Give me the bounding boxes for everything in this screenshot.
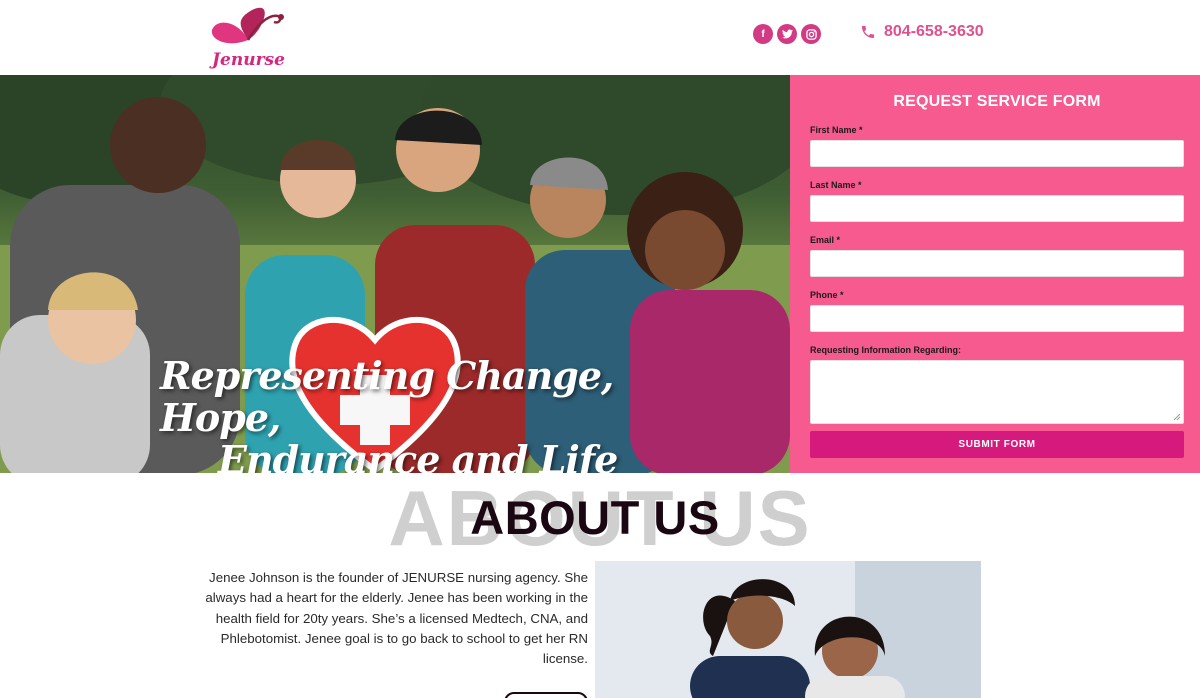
- request-info-textarea[interactable]: [810, 360, 1184, 424]
- twitter-icon[interactable]: [777, 24, 797, 44]
- email-input[interactable]: [810, 250, 1184, 277]
- tagline-line-2: Endurance and Life: [218, 437, 618, 474]
- about-paragraph: Jenee Johnson is the founder of JENURSE …: [205, 570, 588, 667]
- resize-handle-icon[interactable]: [1173, 413, 1181, 421]
- email-label: Email *: [810, 235, 841, 245]
- submit-form-button[interactable]: SUBMIT FORM: [810, 431, 1184, 458]
- tagline-line-1: Representing Change, Hope,: [160, 353, 614, 440]
- form-title: REQUEST SERVICE FORM: [893, 93, 1101, 110]
- last-name-input[interactable]: [810, 195, 1184, 222]
- facebook-icon[interactable]: f: [753, 24, 773, 44]
- phone-input[interactable]: [810, 305, 1184, 332]
- last-name-label: Last Name *: [810, 180, 862, 190]
- phone-number: 804-658-3630: [884, 23, 984, 40]
- social-links: f: [753, 24, 821, 44]
- instagram-icon[interactable]: [801, 24, 821, 44]
- request-service-form: REQUEST SERVICE FORM First Name * Last N…: [790, 75, 1200, 473]
- phone-label: Phone *: [810, 290, 844, 300]
- first-name-input[interactable]: [810, 140, 1184, 167]
- request-info-label: Requesting Information Regarding:: [810, 345, 962, 355]
- phone-link[interactable]: 804-658-3630: [860, 23, 984, 41]
- hero-image: Representing Change, Hope, Endurance and…: [0, 75, 790, 473]
- about-title: ABOUT US: [470, 491, 720, 544]
- hero-tagline: Representing Change, Hope, Endurance and…: [160, 353, 630, 474]
- first-name-label: First Name *: [810, 125, 863, 135]
- about-read-more-button[interactable]: [504, 692, 588, 698]
- logo-text: Jenurse: [212, 50, 285, 70]
- phone-icon: [862, 26, 874, 38]
- site-header: Jenurse f 804-658-3630: [0, 0, 1200, 75]
- about-photo: [595, 561, 981, 698]
